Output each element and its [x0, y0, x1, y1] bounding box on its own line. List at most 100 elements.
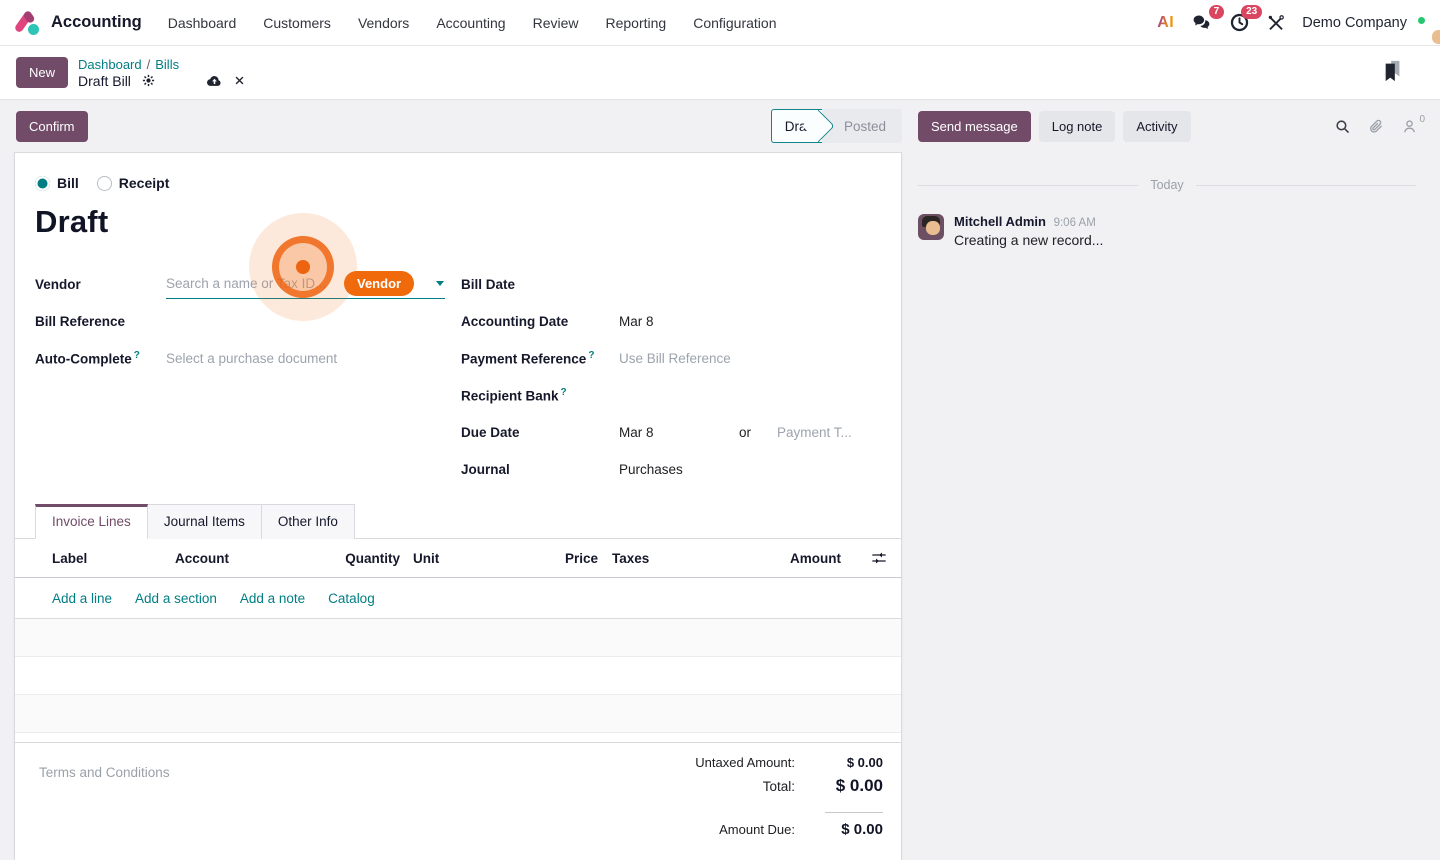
- add-line-link[interactable]: Add a line: [52, 591, 112, 606]
- send-message-button[interactable]: Send message: [918, 111, 1031, 142]
- terms-and-conditions-field[interactable]: Terms and Conditions: [39, 755, 611, 844]
- optional-columns-icon[interactable]: [849, 551, 887, 565]
- tab-other-info[interactable]: Other Info: [262, 504, 355, 539]
- empty-row: [15, 733, 901, 743]
- attachment-icon[interactable]: [1368, 118, 1384, 135]
- vendor-type-button[interactable]: Vendor: [344, 271, 414, 296]
- menu-review[interactable]: Review: [533, 15, 579, 31]
- or-label: or: [739, 425, 751, 440]
- auto-complete-field[interactable]: Select a purchase document: [166, 351, 337, 366]
- bookmark-icon[interactable]: [1382, 59, 1404, 83]
- tab-journal-items[interactable]: Journal Items: [148, 504, 262, 539]
- messages-icon[interactable]: 7: [1191, 12, 1212, 33]
- vendor-field[interactable]: Vendor: [166, 271, 445, 299]
- column-taxes: Taxes: [612, 551, 772, 566]
- payment-terms-field[interactable]: Payment T...: [777, 425, 852, 440]
- untaxed-amount-label: Untaxed Amount:: [695, 755, 795, 770]
- add-note-link[interactable]: Add a note: [240, 591, 305, 606]
- chatter-message: Mitchell Admin 9:06 AM Creating a new re…: [918, 214, 1416, 248]
- confirm-button[interactable]: Confirm: [16, 111, 88, 142]
- breadcrumb: Dashboard / Bills Draft Bill: [78, 57, 246, 89]
- vendor-dropdown-caret-icon[interactable]: [436, 281, 444, 286]
- tab-invoice-lines[interactable]: Invoice Lines: [35, 504, 148, 539]
- amount-due-value: $ 0.00: [795, 821, 883, 838]
- bill-form-card: Bill Receipt Draft Vendor Vendor: [14, 152, 902, 860]
- column-unit: Unit: [413, 551, 503, 566]
- empty-row: [15, 657, 901, 695]
- activity-button[interactable]: Activity: [1123, 111, 1190, 142]
- menu-accounting[interactable]: Accounting: [436, 15, 505, 31]
- accounting-date-label: Accounting Date: [461, 314, 619, 329]
- app-title: Accounting: [51, 13, 142, 32]
- form-left-column: Vendor Vendor Bill Reference Auto-Comple…: [35, 266, 461, 488]
- activities-clock-icon[interactable]: 23: [1229, 12, 1250, 33]
- vendor-search-input[interactable]: [166, 276, 344, 291]
- radio-receipt[interactable]: Receipt: [97, 175, 170, 191]
- breadcrumb-bills[interactable]: Bills: [155, 57, 179, 72]
- menu-reporting[interactable]: Reporting: [606, 15, 667, 31]
- message-avatar[interactable]: [918, 214, 944, 240]
- empty-row: [15, 619, 901, 657]
- log-note-button[interactable]: Log note: [1039, 111, 1116, 142]
- breadcrumb-bar: New Dashboard / Bills Draft Bill: [0, 46, 1440, 100]
- journal-field[interactable]: Purchases: [619, 462, 683, 477]
- vendor-label: Vendor: [35, 277, 166, 292]
- payment-reference-label: Payment Reference?: [461, 350, 619, 367]
- ai-icon[interactable]: AI: [1157, 14, 1174, 32]
- radio-receipt-dot: [97, 176, 112, 191]
- main-menu: Dashboard Customers Vendors Accounting R…: [168, 15, 777, 31]
- totals-block: Untaxed Amount: $ 0.00 Total: $ 0.00 Amo…: [611, 755, 883, 844]
- action-bar: Confirm Draft Posted Send message Log no…: [0, 100, 1440, 152]
- menu-customers[interactable]: Customers: [263, 15, 331, 31]
- radio-bill[interactable]: Bill: [35, 175, 79, 191]
- breadcrumb-current: Draft Bill: [78, 73, 131, 89]
- message-time: 9:06 AM: [1054, 217, 1096, 229]
- help-icon: ?: [134, 350, 140, 361]
- column-account: Account: [175, 551, 340, 566]
- catalog-link[interactable]: Catalog: [328, 591, 375, 606]
- debug-tools-icon[interactable]: [1267, 14, 1285, 32]
- payment-reference-field[interactable]: Use Bill Reference: [619, 351, 731, 366]
- notebook-tabs: Invoice Lines Journal Items Other Info: [15, 504, 901, 539]
- journal-label: Journal: [461, 462, 619, 477]
- presence-dot: [1416, 15, 1427, 26]
- followers-count: 0: [1419, 114, 1425, 125]
- bill-date-label: Bill Date: [461, 277, 619, 292]
- menu-dashboard[interactable]: Dashboard: [168, 15, 237, 31]
- help-icon: ?: [588, 350, 594, 361]
- column-price: Price: [503, 551, 598, 566]
- status-posted[interactable]: Posted: [822, 109, 902, 143]
- menu-vendors[interactable]: Vendors: [358, 15, 409, 31]
- save-cloud-icon[interactable]: [206, 73, 223, 88]
- new-button[interactable]: New: [16, 57, 68, 88]
- due-date-field[interactable]: Mar 8: [619, 425, 739, 440]
- radio-bill-dot: [35, 176, 50, 191]
- total-value: $ 0.00: [795, 776, 883, 796]
- message-author[interactable]: Mitchell Admin: [954, 214, 1046, 229]
- company-name[interactable]: Demo Company: [1302, 15, 1407, 31]
- empty-row: [15, 695, 901, 733]
- auto-complete-label: Auto-Complete?: [35, 350, 166, 367]
- due-date-label: Due Date: [461, 425, 619, 440]
- messages-badge: 7: [1209, 5, 1225, 19]
- gear-icon[interactable]: [141, 73, 156, 88]
- search-messages-icon[interactable]: [1334, 118, 1351, 135]
- help-icon: ?: [561, 387, 567, 398]
- status-draft[interactable]: Draft: [771, 109, 822, 143]
- followers-icon[interactable]: 0: [1401, 118, 1418, 135]
- discard-icon[interactable]: [233, 74, 246, 87]
- accounting-date-field[interactable]: Mar 8: [619, 314, 654, 329]
- column-amount: Amount: [772, 551, 849, 566]
- app-logo-icon[interactable]: [16, 10, 42, 36]
- total-label: Total:: [763, 779, 795, 794]
- chatter-panel: Today Mitchell Admin 9:06 AM Creating a …: [902, 152, 1440, 860]
- status-bar: Draft Posted: [771, 109, 902, 143]
- recipient-bank-label: Recipient Bank?: [461, 387, 619, 404]
- top-nav: Accounting Dashboard Customers Vendors A…: [0, 0, 1440, 46]
- bill-reference-label: Bill Reference: [35, 314, 166, 329]
- menu-configuration[interactable]: Configuration: [693, 15, 776, 31]
- breadcrumb-dashboard[interactable]: Dashboard: [78, 57, 142, 72]
- form-right-column: Bill Date Accounting Date Mar 8 Payment …: [461, 266, 881, 488]
- date-divider: Today: [918, 178, 1416, 192]
- add-section-link[interactable]: Add a section: [135, 591, 217, 606]
